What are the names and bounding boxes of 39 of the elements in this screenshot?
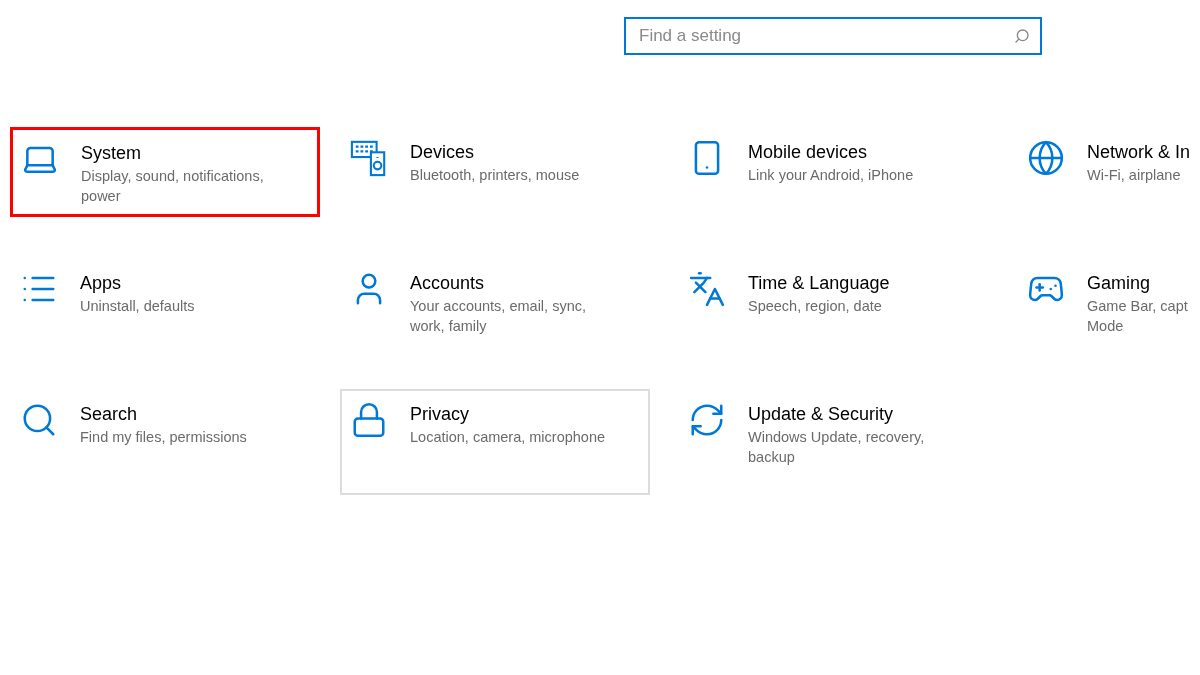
settings-tile[interactable]: Mobile devices Link your Android, iPhone: [678, 127, 988, 211]
settings-tile[interactable]: Time & Language Speech, region, date: [678, 258, 988, 342]
tile-description: Wi-Fi, airplane: [1087, 166, 1182, 185]
tile-title: Search: [80, 403, 139, 426]
keyboard-speaker-icon: [350, 139, 388, 177]
tile-description: Link your Android, iPhone: [748, 166, 914, 185]
tile-description: Game Bar, capt Mode: [1087, 297, 1188, 336]
tile-title: Privacy: [410, 403, 470, 426]
settings-tile[interactable]: Network & In Wi-Fi, airplane: [1017, 127, 1200, 211]
search-icon: [1014, 28, 1030, 44]
globe-icon: [1027, 139, 1065, 177]
settings-tile[interactable]: Accounts Your accounts, email, sync, work, family: [340, 258, 650, 346]
language-icon: [688, 270, 726, 308]
tile-title: Update & Security: [748, 403, 895, 426]
tile-title: Accounts: [410, 272, 486, 295]
settings-tile[interactable]: Update & Security Windows Update, recovery, backup: [678, 389, 988, 477]
tile-title: System: [81, 142, 142, 165]
tile-title: Time & Language: [748, 272, 890, 295]
tile-description: Find my files, permissions: [80, 428, 247, 447]
settings-tile[interactable]: Search Find my files, permissions: [10, 389, 320, 473]
settings-tile[interactable]: Apps Uninstall, defaults: [10, 258, 320, 342]
tile-description: Display, sound, notifications, power: [81, 167, 264, 206]
settings-tile[interactable]: Devices Bluetooth, printers, mouse: [340, 127, 650, 211]
tile-description: Windows Update, recovery, backup: [748, 428, 925, 467]
tile-title: Gaming: [1087, 272, 1152, 295]
tile-title: Devices: [410, 141, 476, 164]
tile-title: Mobile devices: [748, 141, 869, 164]
search-field[interactable]: Find a setting: [624, 17, 1042, 55]
lock-icon: [350, 401, 388, 439]
settings-tile[interactable]: Gaming Game Bar, capt Mode: [1017, 258, 1200, 346]
tile-description: Uninstall, defaults: [80, 297, 195, 316]
settings-tile[interactable]: System Display, sound, notifications, power: [10, 127, 320, 217]
tile-description: Location, camera, microphone: [410, 428, 606, 447]
tile-title: Apps: [80, 272, 123, 295]
tile-description: Speech, region, date: [748, 297, 883, 316]
tile-title: Network & In: [1087, 141, 1191, 164]
tile-description: Your accounts, email, sync, work, family: [410, 297, 586, 336]
tile-description: Bluetooth, printers, mouse: [410, 166, 580, 185]
settings-tile[interactable]: Privacy Location, camera, microphone: [340, 389, 650, 495]
